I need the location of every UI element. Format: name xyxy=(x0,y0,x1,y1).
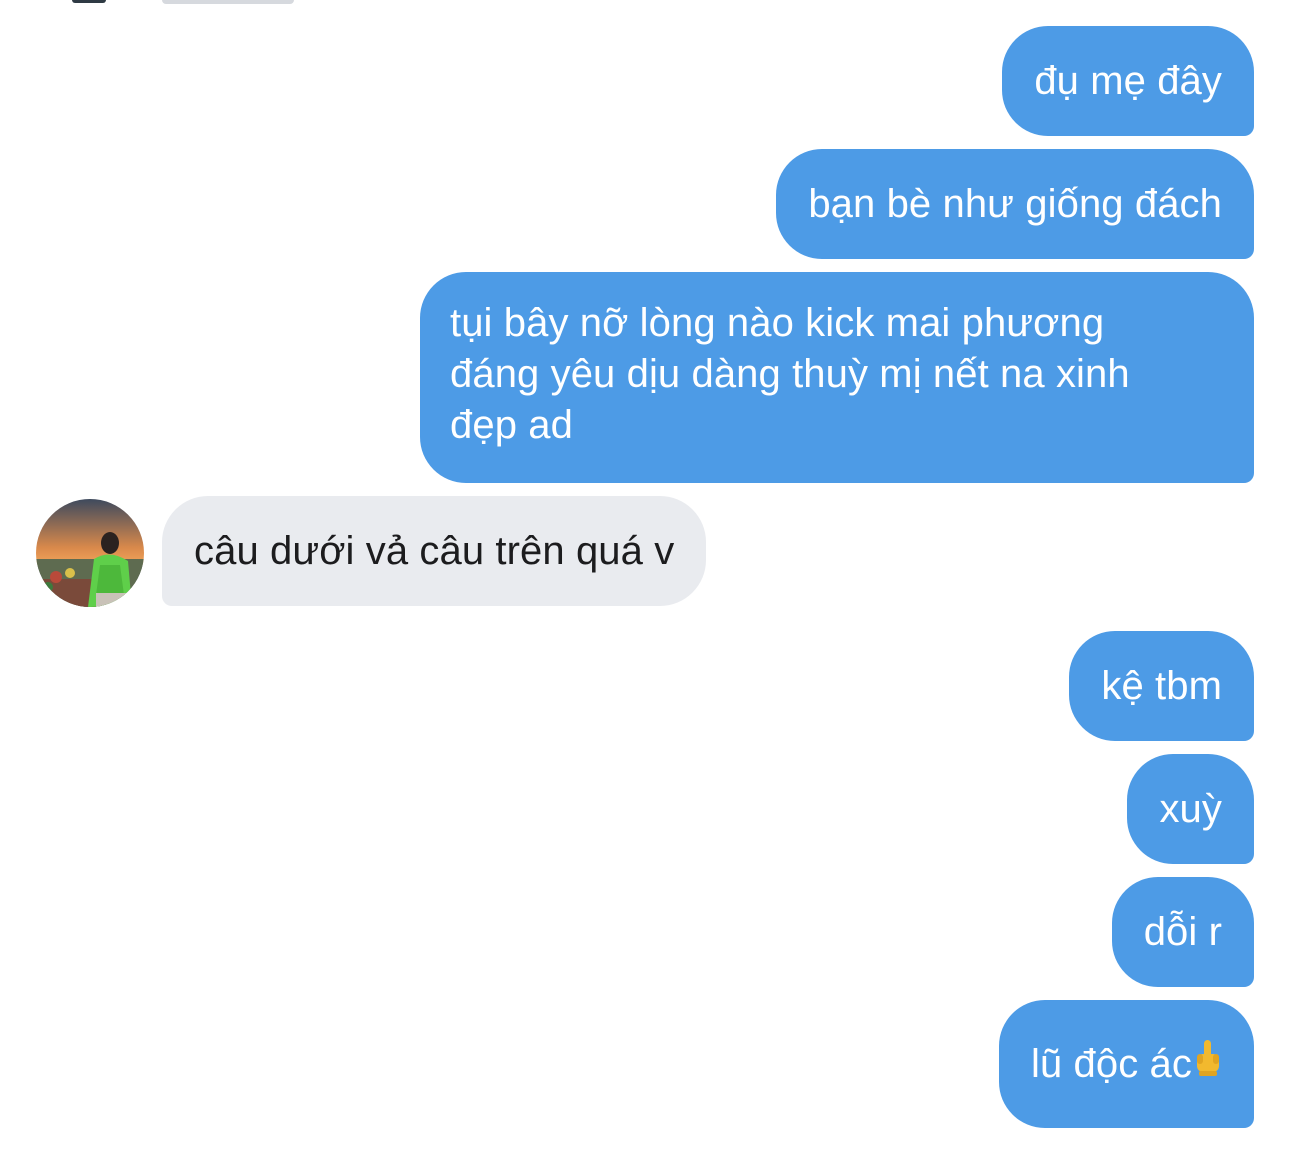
message-text-line: tụi bây nỡ lòng nào kick mai phương xyxy=(450,301,1105,345)
message-bubble-outgoing[interactable]: tụi bây nỡ lòng nào kick mai phương đáng… xyxy=(420,272,1254,483)
contact-avatar[interactable] xyxy=(36,499,144,607)
message-text-line: đẹp ad xyxy=(450,403,573,447)
message-bubble-outgoing[interactable]: xuỳ xyxy=(1127,754,1254,864)
message-bubble-outgoing[interactable]: lũ độc ác xyxy=(999,1000,1254,1128)
message-bubble-outgoing[interactable]: bạn bè như giống đách xyxy=(776,149,1254,259)
message-bubble-outgoing[interactable]: đụ mẹ đây xyxy=(1002,26,1254,136)
message-text: đụ mẹ đây xyxy=(1034,58,1222,103)
header-icon-remnant xyxy=(72,0,106,3)
message-text: lũ độc ác xyxy=(1031,1041,1192,1086)
message-text: câu dưới vả câu trên quá v xyxy=(194,528,675,573)
message-text: bạn bè như giống đách xyxy=(808,181,1222,226)
message-text: xuỳ xyxy=(1159,786,1222,831)
message-bubble-outgoing[interactable]: dỗi r xyxy=(1111,877,1254,987)
message-text: kệ tbm xyxy=(1101,663,1222,708)
header-title-remnant xyxy=(162,0,294,4)
message-text-line: đáng yêu dịu dàng thuỳ mị nết na xinh xyxy=(450,352,1130,396)
message-bubble-outgoing[interactable]: kệ tbm xyxy=(1069,631,1254,741)
middle-finger-emoji-icon xyxy=(1192,1038,1222,1091)
message-bubble-incoming[interactable]: câu dưới vả câu trên quá v xyxy=(162,496,707,606)
message-text: dỗi r xyxy=(1143,909,1222,954)
avatar-photo xyxy=(36,499,144,607)
